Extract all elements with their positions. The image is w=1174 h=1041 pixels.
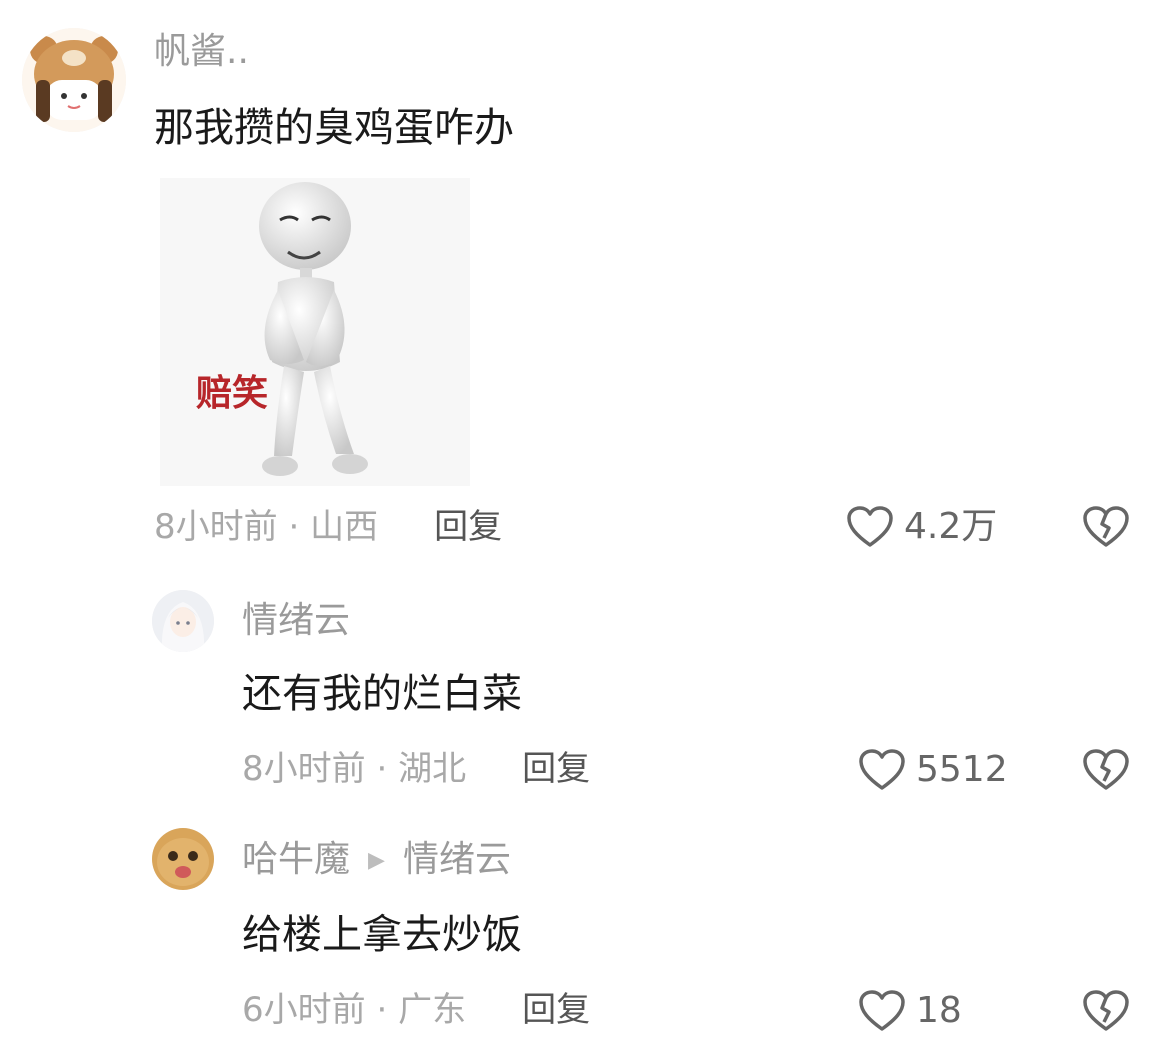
location: 湖北 xyxy=(398,749,467,789)
reply-to-arrow-icon: ▶ xyxy=(368,848,385,873)
heart-icon xyxy=(859,990,905,1031)
dislike-button[interactable] xyxy=(1082,748,1130,792)
timestamp: 8小时前 xyxy=(154,507,278,547)
comment-meta: 8小时前 · 山西 回复 xyxy=(154,510,502,544)
dislike-button[interactable] xyxy=(1082,505,1130,549)
timestamp: 6小时前 xyxy=(242,990,366,1030)
like-button[interactable]: 4.2万 xyxy=(846,505,997,549)
comment-meta: 6小时前 · 广东 回复 xyxy=(242,993,590,1027)
separator: · xyxy=(365,990,399,1030)
comment-text: 给楼上拿去炒饭 xyxy=(242,912,522,958)
reply-button[interactable]: 回复 xyxy=(522,749,590,789)
comment-text: 还有我的烂白菜 xyxy=(242,671,522,717)
like-count: 5512 xyxy=(916,749,1008,790)
location: 广东 xyxy=(398,990,467,1030)
separator: · xyxy=(277,507,311,547)
broken-heart-icon xyxy=(1083,990,1129,1031)
username[interactable]: 哈牛魔 xyxy=(242,839,350,880)
broken-heart-icon xyxy=(1083,506,1129,547)
comment-meta: 8小时前 · 湖北 回复 xyxy=(242,752,590,786)
heart-icon xyxy=(847,506,893,547)
reply-to-username[interactable]: 情绪云 xyxy=(403,839,511,880)
timestamp: 8小时前 xyxy=(242,749,366,789)
username-line: 哈牛魔 ▶ 情绪云 xyxy=(242,842,511,878)
avatar[interactable] xyxy=(152,590,214,652)
location: 山西 xyxy=(310,507,379,547)
username[interactable]: 帆酱.. xyxy=(154,34,249,70)
reply-button[interactable]: 回复 xyxy=(434,507,502,547)
dislike-button[interactable] xyxy=(1082,989,1130,1033)
like-button[interactable]: 18 xyxy=(858,989,962,1033)
like-button[interactable]: 5512 xyxy=(858,748,1008,792)
sticker-image[interactable]: 赔笑 xyxy=(160,178,470,486)
avatar[interactable] xyxy=(152,828,214,890)
avatar[interactable] xyxy=(22,28,126,132)
username[interactable]: 情绪云 xyxy=(242,603,350,639)
separator: · xyxy=(365,749,399,789)
sticker-caption: 赔笑 xyxy=(196,373,269,414)
like-count: 4.2万 xyxy=(904,506,998,547)
comment-text: 那我攒的臭鸡蛋咋办 xyxy=(154,105,514,151)
heart-icon xyxy=(859,749,905,790)
reply-button[interactable]: 回复 xyxy=(522,990,590,1030)
like-count: 18 xyxy=(916,990,962,1031)
broken-heart-icon xyxy=(1083,749,1129,790)
